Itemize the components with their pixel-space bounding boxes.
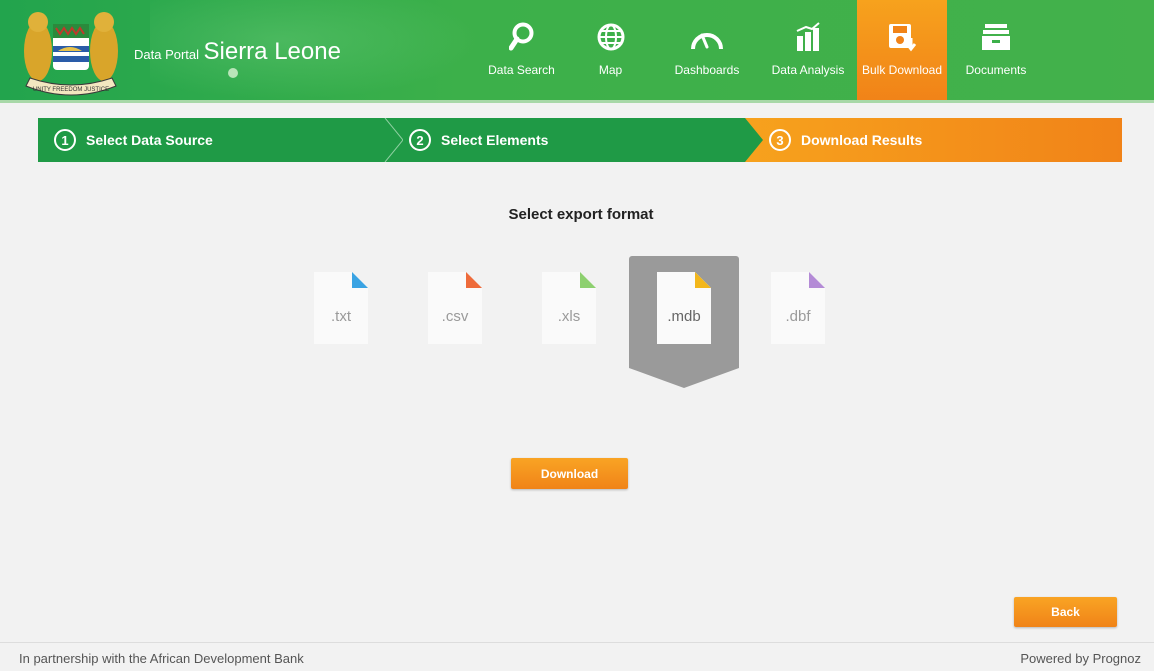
nav-data-analysis[interactable]: Data Analysis [759, 0, 857, 100]
nav-label: Data Analysis [771, 63, 845, 77]
footer-partnership: In partnership with the African Developm… [19, 651, 304, 666]
format-label: .txt [330, 308, 351, 325]
step-label: Select Data Source [86, 132, 213, 148]
step-label: Download Results [801, 132, 923, 148]
nav-map[interactable]: Map [566, 0, 655, 100]
file-corner [580, 272, 596, 288]
format-csv[interactable]: .csv [428, 272, 484, 346]
export-format-title: Select export format [508, 206, 654, 223]
brand-small: Data Portal [134, 47, 200, 62]
format-mdb[interactable]: .mdb [657, 272, 713, 346]
search-icon [502, 20, 542, 54]
nav-label: Data Search [488, 63, 555, 77]
wizard-steps: 1 Select Data Source 2 Select Elements 3… [38, 118, 1122, 162]
header: UNITY FREEDOM JUSTICE Data Portal Sierra… [0, 0, 1154, 103]
nav-bulk-download[interactable]: Bulk Download [857, 0, 947, 100]
file-box-icon [976, 20, 1016, 54]
step-separator [383, 118, 403, 162]
step-separator [743, 118, 763, 162]
coat-of-arms-logo[interactable]: UNITY FREEDOM JUSTICE [18, 6, 124, 98]
nav-label: Documents [965, 63, 1027, 77]
nav-label: Bulk Download [861, 63, 943, 77]
footer: In partnership with the African Developm… [0, 642, 1154, 671]
step-number: 1 [54, 129, 76, 151]
download-button[interactable]: Download [511, 458, 628, 489]
nav-label: Dashboards [674, 63, 740, 77]
format-xls[interactable]: .xls [542, 272, 598, 346]
format-label: .xls [557, 308, 581, 325]
floppy-download-icon [882, 20, 922, 54]
file-corner [466, 272, 482, 288]
footer-powered-by[interactable]: Powered by Prognoz [1020, 651, 1141, 666]
nav-dashboards[interactable]: Dashboards [655, 0, 759, 100]
step-select-data-source[interactable]: 1 Select Data Source [38, 118, 398, 162]
format-dbf[interactable]: .dbf [771, 272, 827, 346]
brand-title[interactable]: Data Portal Sierra Leone [134, 38, 341, 66]
step-download-results[interactable]: 3 Download Results [743, 118, 1122, 162]
step-select-elements[interactable]: 2 Select Elements [383, 118, 763, 162]
nav-data-search[interactable]: Data Search [477, 0, 566, 100]
file-corner [695, 272, 711, 288]
format-label: .csv [441, 308, 469, 325]
format-label: .dbf [785, 308, 811, 325]
step-number: 3 [769, 129, 791, 151]
nav-label: Map [598, 63, 623, 77]
brand-big: Sierra Leone [203, 38, 341, 65]
gauge-icon [687, 20, 727, 54]
file-corner [352, 272, 368, 288]
file-corner [809, 272, 825, 288]
back-button[interactable]: Back [1014, 597, 1117, 627]
step-number: 2 [409, 129, 431, 151]
main-nav: Data Search Map Dashboards Data Analysis… [477, 0, 1045, 100]
map-dot [228, 68, 238, 78]
globe-icon [591, 20, 631, 54]
svg-text:UNITY FREEDOM JUSTICE: UNITY FREEDOM JUSTICE [33, 87, 109, 93]
format-txt[interactable]: .txt [314, 272, 370, 346]
format-label: .mdb [667, 308, 701, 325]
step-label: Select Elements [441, 132, 549, 148]
bar-chart-icon [788, 20, 828, 54]
nav-documents[interactable]: Documents [947, 0, 1045, 100]
